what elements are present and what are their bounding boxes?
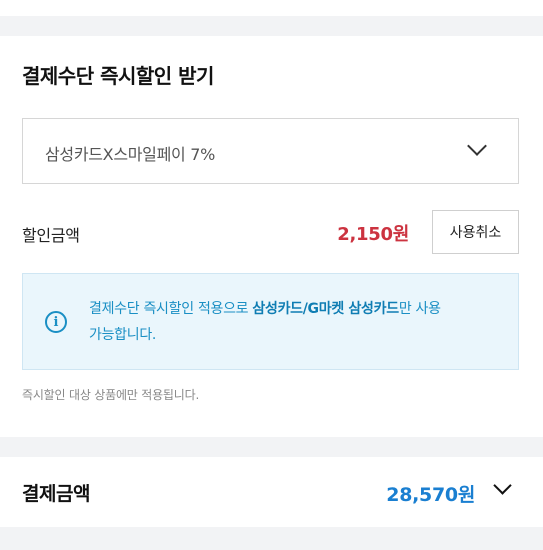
discount-row: 할인금액 2,150원 사용취소	[22, 210, 519, 256]
info-text-cards: 삼성카드/G마켓 삼성카드	[252, 301, 399, 317]
chevron-down-icon	[467, 136, 487, 156]
top-spacer	[0, 0, 543, 16]
info-notice-text: 결제수단 즉시할인 적용으로 삼성카드/G마켓 삼성카드만 사용 가능합니다.	[89, 296, 509, 348]
payment-method-discount-section: 결제수단 즉시할인 받기 삼성카드X스마일페이 7% 할인금액 2,150원 사…	[0, 36, 543, 437]
card-discount-select[interactable]: 삼성카드X스마일페이 7%	[22, 118, 519, 184]
total-expand-toggle[interactable]	[489, 476, 517, 505]
info-notice-box: i 결제수단 즉시할인 적용으로 삼성카드/G마켓 삼성카드만 사용 가능합니다…	[22, 273, 519, 370]
cancel-discount-button[interactable]: 사용취소	[432, 210, 519, 254]
discount-label: 할인금액	[22, 226, 80, 245]
total-label: 결제금액	[22, 483, 90, 505]
info-text-prefix: 결제수단 즉시할인 적용으로	[89, 301, 253, 317]
info-icon: i	[45, 311, 67, 333]
selected-card-option: 삼성카드X스마일페이 7%	[45, 145, 216, 164]
total-amount: 28,570원	[386, 484, 475, 506]
chevron-down-icon	[493, 476, 512, 495]
section-title: 결제수단 즉시할인 받기	[22, 64, 214, 88]
discount-note: 즉시할인 대상 상품에만 적용됩니다.	[22, 388, 200, 402]
discount-amount: 2,150원	[337, 224, 409, 245]
payment-total-section: 결제금액 28,570원	[0, 457, 543, 527]
